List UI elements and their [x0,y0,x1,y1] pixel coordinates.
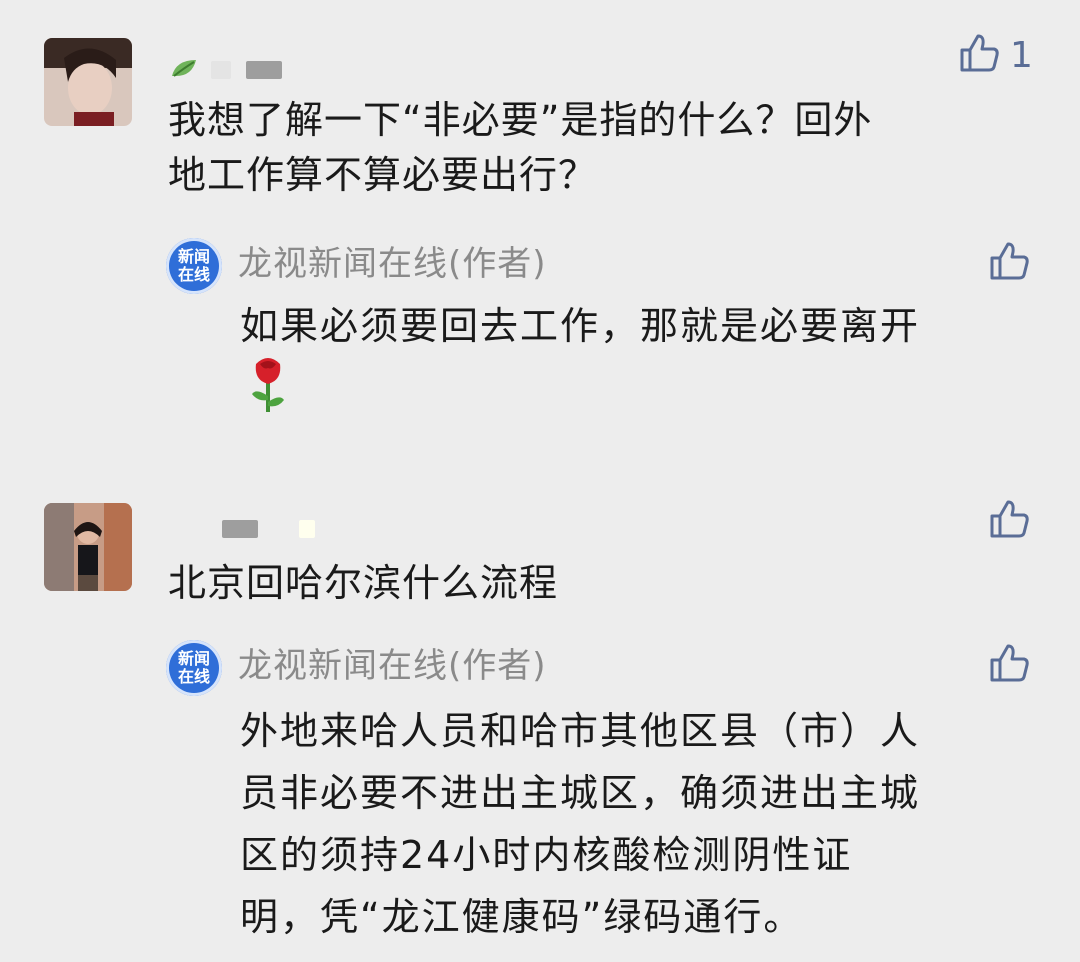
rose-emoji [246,354,290,418]
author-badge-line-1: 新闻 [177,649,210,668]
reply-text: 如果必须要回去工作，那就是必要离开 [240,304,921,348]
reply-text: 外地来哈人员和哈市其他区县（市）人 员非必要不进出主城区，确须进出主城 区的须持… [240,709,921,939]
like-count: 1 [1010,34,1033,76]
user-avatar[interactable] [44,38,132,126]
user-name-redacted[interactable] [170,56,292,86]
author-badge-avatar[interactable]: 新闻 在线 [166,640,222,696]
user-avatar-image [44,38,132,126]
author-badge-avatar[interactable]: 新闻 在线 [166,238,222,294]
author-badge-line-1: 新闻 [177,247,210,266]
author-name[interactable]: 龙视新闻在线(作者) [238,646,547,686]
user-avatar-image [44,503,132,591]
comment-text: 我想了解一下“非必要”是指的什么？回外 地工作算不算必要出行？ [168,98,873,197]
thumbs-up-icon [958,32,1000,78]
thumbs-up-icon [988,642,1030,688]
reply-like-button[interactable] [988,642,1030,688]
comment-text: 北京回哈尔滨什么流程 [168,561,559,605]
like-button[interactable] [988,498,1030,544]
author-badge-line-2: 在线 [177,265,210,284]
thumbs-up-icon [988,240,1030,286]
author-badge-line-2: 在线 [177,667,210,686]
user-name-redacted[interactable] [222,518,325,548]
user-avatar[interactable] [44,503,132,591]
reply-like-button[interactable] [988,240,1030,286]
thumbs-up-icon [988,498,1030,544]
leaf-icon [170,56,200,84]
author-name[interactable]: 龙视新闻在线(作者) [238,244,547,284]
like-button[interactable]: 1 [958,32,1033,78]
